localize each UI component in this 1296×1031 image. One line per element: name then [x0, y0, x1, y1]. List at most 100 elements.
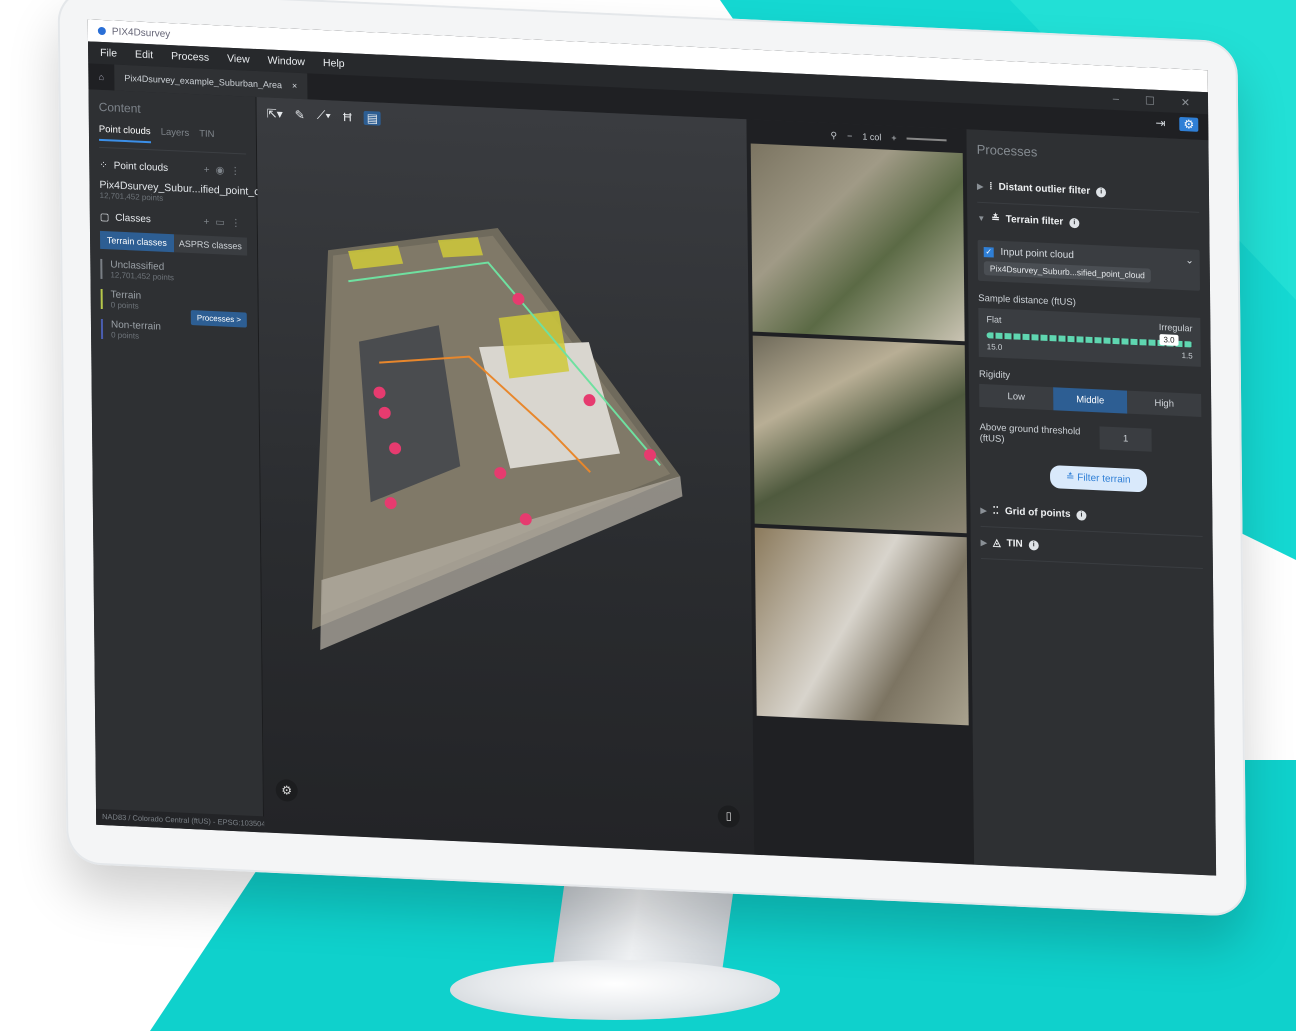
- tab-tin[interactable]: TIN: [199, 128, 214, 146]
- distant-outlier-label: Distant outlier filter: [998, 181, 1091, 197]
- menu-help[interactable]: Help: [323, 57, 345, 70]
- status-bar: NAD83 / Colorado Central (ftUS) - EPSG:1…: [96, 808, 270, 833]
- rigidity-selector: Low Middle High: [979, 383, 1202, 417]
- view-toggle-icon[interactable]: ▯: [717, 805, 740, 829]
- zoom-slider[interactable]: [906, 137, 947, 142]
- settings-icon[interactable]: ⚙: [1179, 116, 1199, 132]
- slider-min: 15.0: [986, 342, 1003, 352]
- slider-max: 1.5: [1181, 351, 1193, 361]
- point-clouds-tools[interactable]: +◉⋮: [204, 165, 247, 178]
- pin-icon[interactable]: ⚲: [830, 130, 837, 141]
- settings-gear-icon[interactable]: ⚙: [275, 778, 298, 802]
- menu-view[interactable]: View: [227, 53, 250, 66]
- monitor: PIX4Dsurvey File Edit Process View Windo…: [22, 0, 1272, 918]
- select-tool-icon[interactable]: ⇱▾: [267, 106, 283, 121]
- content-panel: Content Point clouds Layers TIN ⁘ Point …: [88, 89, 279, 833]
- window-controls: – ☐ ✕: [1113, 92, 1208, 109]
- tin-icon: ◬: [992, 537, 1001, 549]
- monitor-bezel: PIX4Dsurvey File Edit Process View Windo…: [57, 0, 1247, 918]
- zoom-in-icon[interactable]: +: [891, 133, 896, 143]
- tab-layers[interactable]: Layers: [161, 127, 190, 145]
- processes-button[interactable]: Processes >: [190, 310, 248, 328]
- threshold-input[interactable]: 1: [1099, 426, 1152, 452]
- sample-distance-slider[interactable]: Flat Irregular 3.0 15.0 1.5: [978, 307, 1201, 367]
- threshold-row: Above ground threshold (ftUS) 1: [979, 421, 1201, 454]
- home-icon[interactable]: ⌂: [88, 71, 114, 82]
- layers-tool-icon[interactable]: ▤: [363, 110, 382, 126]
- expand-icon: ▶: [976, 181, 984, 192]
- grid-icon: ⁚⁚: [992, 505, 1000, 517]
- classes-section[interactable]: ▢ Classes +▭⋮: [100, 212, 247, 230]
- info-icon[interactable]: i: [1096, 186, 1107, 198]
- line-tool-icon[interactable]: ⟋▾: [317, 108, 331, 124]
- aerial-photo[interactable]: [750, 143, 965, 342]
- menu-edit[interactable]: Edit: [135, 48, 153, 61]
- flat-label: Flat: [986, 314, 1002, 325]
- aerial-photo[interactable]: [752, 335, 967, 534]
- minimize-button[interactable]: –: [1113, 92, 1119, 105]
- rigidity-low[interactable]: Low: [979, 383, 1054, 411]
- viewport-right-icons: ⇥ ⚙: [1155, 116, 1199, 132]
- viewport-toolbar: ⇱▾ ✎ ⟋▾ Ħ ▤: [267, 105, 382, 126]
- outlier-filter-icon: ⁞: [989, 181, 993, 193]
- info-icon[interactable]: i: [1028, 539, 1039, 551]
- close-window-button[interactable]: ✕: [1181, 96, 1190, 109]
- chevron-down-icon[interactable]: ⌄: [1185, 255, 1194, 266]
- filter-terrain-button[interactable]: ≛ Filter terrain: [1049, 465, 1147, 493]
- point-cloud-icon: ⁘: [99, 159, 108, 172]
- classes-tabs: Terrain classes ASPRS classes: [99, 230, 248, 256]
- input-point-cloud-label: Input point cloud: [1000, 246, 1074, 262]
- point-clouds-section[interactable]: ⁘ Point clouds +◉⋮: [99, 160, 246, 178]
- tin-label: TIN: [1006, 538, 1023, 550]
- content-title: Content: [98, 99, 141, 116]
- class-unclassified[interactable]: Unclassified 12,701,452 points: [100, 258, 248, 286]
- checkbox-icon[interactable]: ✓: [983, 247, 994, 258]
- maximize-button[interactable]: ☐: [1145, 94, 1155, 107]
- zoom-label: 1 col: [862, 131, 882, 143]
- tab-point-clouds[interactable]: Point clouds: [98, 123, 151, 144]
- collapse-icon: ▼: [977, 213, 986, 224]
- aerial-photo[interactable]: [754, 527, 969, 726]
- road-tool-icon[interactable]: Ħ: [343, 109, 352, 123]
- app-title: PIX4Dsurvey: [111, 25, 171, 40]
- threshold-label: Above ground threshold (ftUS): [979, 421, 1081, 445]
- images-panel: ⚲ − 1 col +: [746, 119, 975, 865]
- export-icon[interactable]: ⇥: [1155, 116, 1165, 130]
- menu-window[interactable]: Window: [268, 55, 305, 69]
- info-icon[interactable]: i: [1076, 509, 1087, 521]
- rigidity-middle[interactable]: Middle: [1053, 387, 1128, 414]
- menu-process[interactable]: Process: [171, 50, 209, 64]
- tab-title: Pix4Dsurvey_example_Suburban_Area: [124, 73, 282, 91]
- main-area: Content Point clouds Layers TIN ⁘ Point …: [88, 89, 1217, 876]
- info-icon[interactable]: i: [1069, 217, 1080, 228]
- terrain-filter-label: Terrain filter: [1005, 214, 1064, 228]
- expand-icon: ▶: [980, 537, 987, 548]
- classes-tools[interactable]: +▭⋮: [203, 217, 246, 230]
- pencil-tool-icon[interactable]: ✎: [295, 107, 305, 121]
- content-subtabs: Point clouds Layers TIN: [98, 123, 247, 155]
- terrain-filter-icon: ≛: [991, 213, 1000, 225]
- tab-terrain-classes[interactable]: Terrain classes: [99, 230, 174, 253]
- input-point-cloud-field[interactable]: ✓ Input point cloud ⌄ Pix4Dsurvey_Suburb…: [977, 239, 1201, 291]
- classes-icon: ▢: [99, 211, 110, 224]
- expand-icon: ▶: [980, 505, 987, 516]
- terrain-filter-icon: ≛: [1065, 471, 1078, 484]
- filter-terrain-label: Filter terrain: [1077, 472, 1131, 486]
- monitor-stand-base: [450, 960, 780, 1020]
- classes-header: Classes: [115, 212, 151, 226]
- slider-value[interactable]: 3.0: [1159, 334, 1179, 346]
- tab-close-icon[interactable]: ×: [292, 81, 297, 91]
- point-clouds-header: Point clouds: [113, 160, 169, 175]
- tab-asprs-classes[interactable]: ASPRS classes: [173, 234, 248, 256]
- irregular-label: Irregular: [1158, 322, 1193, 334]
- input-point-cloud-chip[interactable]: Pix4Dsurvey_Suburb...sified_point_cloud: [983, 261, 1151, 283]
- processes-title: Processes: [976, 141, 1038, 160]
- app-window: PIX4Dsurvey File Edit Process View Windo…: [87, 19, 1217, 876]
- rigidity-high[interactable]: High: [1127, 390, 1202, 417]
- point-cloud-scene[interactable]: [287, 158, 712, 677]
- 3d-viewport[interactable]: ⇱▾ ✎ ⟋▾ Ħ ▤ ⚙ ▯: [256, 97, 755, 855]
- menu-file[interactable]: File: [100, 47, 117, 60]
- app-logo-icon: [97, 26, 106, 36]
- zoom-out-icon[interactable]: −: [847, 131, 852, 141]
- grid-of-points-label: Grid of points: [1004, 506, 1071, 521]
